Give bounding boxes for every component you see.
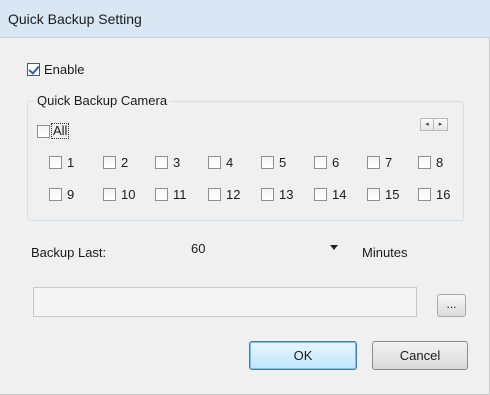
browse-button[interactable]: ... (437, 294, 466, 317)
camera-checkbox[interactable] (367, 187, 380, 201)
camera-checkbox[interactable] (418, 155, 431, 169)
page-right-icon[interactable]: ▸ (434, 118, 448, 131)
page-left-icon[interactable]: ◂ (420, 118, 434, 131)
camera-checkbox-row[interactable]: 8 (418, 154, 443, 170)
camera-checkbox-row[interactable]: 14 (314, 186, 346, 202)
camera-number-label: 3 (173, 154, 181, 170)
camera-number-label: 10 (121, 186, 136, 202)
camera-checkbox-row[interactable]: 1 (49, 154, 74, 170)
camera-checkbox[interactable] (418, 187, 431, 201)
window-title: Quick Backup Setting (8, 11, 142, 27)
camera-number-label: 11 (173, 186, 187, 202)
backup-path-field[interactable] (33, 287, 417, 317)
camera-checkbox-row[interactable]: 10 (103, 186, 135, 202)
camera-checkbox-row[interactable]: 15 (367, 186, 399, 202)
camera-number-label: 16 (436, 186, 451, 202)
enable-label: Enable (44, 61, 85, 77)
camera-number-label: 6 (332, 154, 340, 170)
camera-checkbox-row[interactable]: 11 (155, 186, 187, 202)
camera-number-label: 7 (385, 154, 393, 170)
all-cameras-checkbox[interactable] (37, 124, 50, 138)
camera-checkbox[interactable] (261, 155, 274, 169)
camera-checkbox[interactable] (103, 155, 116, 169)
camera-checkbox[interactable] (155, 155, 168, 169)
camera-checkbox[interactable] (261, 187, 274, 201)
camera-number-label: 15 (385, 186, 400, 202)
camera-number-label: 2 (121, 154, 129, 170)
camera-page-spinner: ◂ ▸ (420, 118, 448, 131)
camera-number-label: 8 (436, 154, 444, 170)
camera-group-title: Quick Backup Camera (34, 93, 171, 108)
camera-number-label: 9 (67, 186, 75, 202)
camera-checkbox-row[interactable]: 3 (155, 154, 180, 170)
camera-checkbox[interactable] (314, 187, 327, 201)
camera-number-label: 13 (279, 186, 294, 202)
camera-number-label: 1 (67, 154, 75, 170)
camera-checkbox[interactable] (314, 155, 327, 169)
title-bar[interactable]: Quick Backup Setting (0, 0, 490, 38)
dropdown-arrow-icon[interactable] (330, 245, 338, 250)
camera-checkbox-row[interactable]: 7 (367, 154, 392, 170)
ok-button[interactable]: OK (249, 341, 357, 370)
camera-checkbox[interactable] (103, 187, 116, 201)
camera-checkbox-row[interactable]: 6 (314, 154, 339, 170)
enable-checkbox-row[interactable]: Enable (27, 61, 84, 77)
camera-checkbox[interactable] (208, 155, 221, 169)
camera-checkbox-row[interactable]: 12 (208, 186, 240, 202)
camera-checkbox-row[interactable]: 4 (208, 154, 233, 170)
quick-backup-dialog: Quick Backup Setting Enable Quick Backup… (0, 0, 490, 395)
camera-number-label: 14 (332, 186, 347, 202)
camera-number-label: 12 (226, 186, 241, 202)
minutes-label: Minutes (362, 245, 408, 260)
camera-checkbox-row[interactable]: 2 (103, 154, 128, 170)
camera-checkbox-row[interactable]: 13 (261, 186, 293, 202)
camera-group-box (27, 101, 464, 221)
cancel-button[interactable]: Cancel (372, 341, 468, 370)
camera-checkbox-row[interactable]: 16 (418, 186, 450, 202)
camera-checkbox[interactable] (367, 155, 380, 169)
backup-last-select[interactable]: 60 (183, 233, 342, 262)
camera-checkbox[interactable] (208, 187, 221, 201)
all-cameras-label: All (50, 123, 70, 139)
camera-checkbox-row[interactable]: 5 (261, 154, 286, 170)
camera-checkbox[interactable] (49, 187, 62, 201)
camera-number-label: 5 (279, 154, 287, 170)
backup-last-label: Backup Last: (31, 245, 107, 260)
backup-last-value: 60 (191, 241, 206, 256)
camera-checkbox[interactable] (155, 187, 168, 201)
all-cameras-checkbox-row[interactable]: All (37, 123, 70, 139)
enable-checkbox[interactable] (27, 62, 40, 76)
camera-checkbox[interactable] (49, 155, 62, 169)
camera-number-label: 4 (226, 154, 234, 170)
camera-checkbox-row[interactable]: 9 (49, 186, 74, 202)
